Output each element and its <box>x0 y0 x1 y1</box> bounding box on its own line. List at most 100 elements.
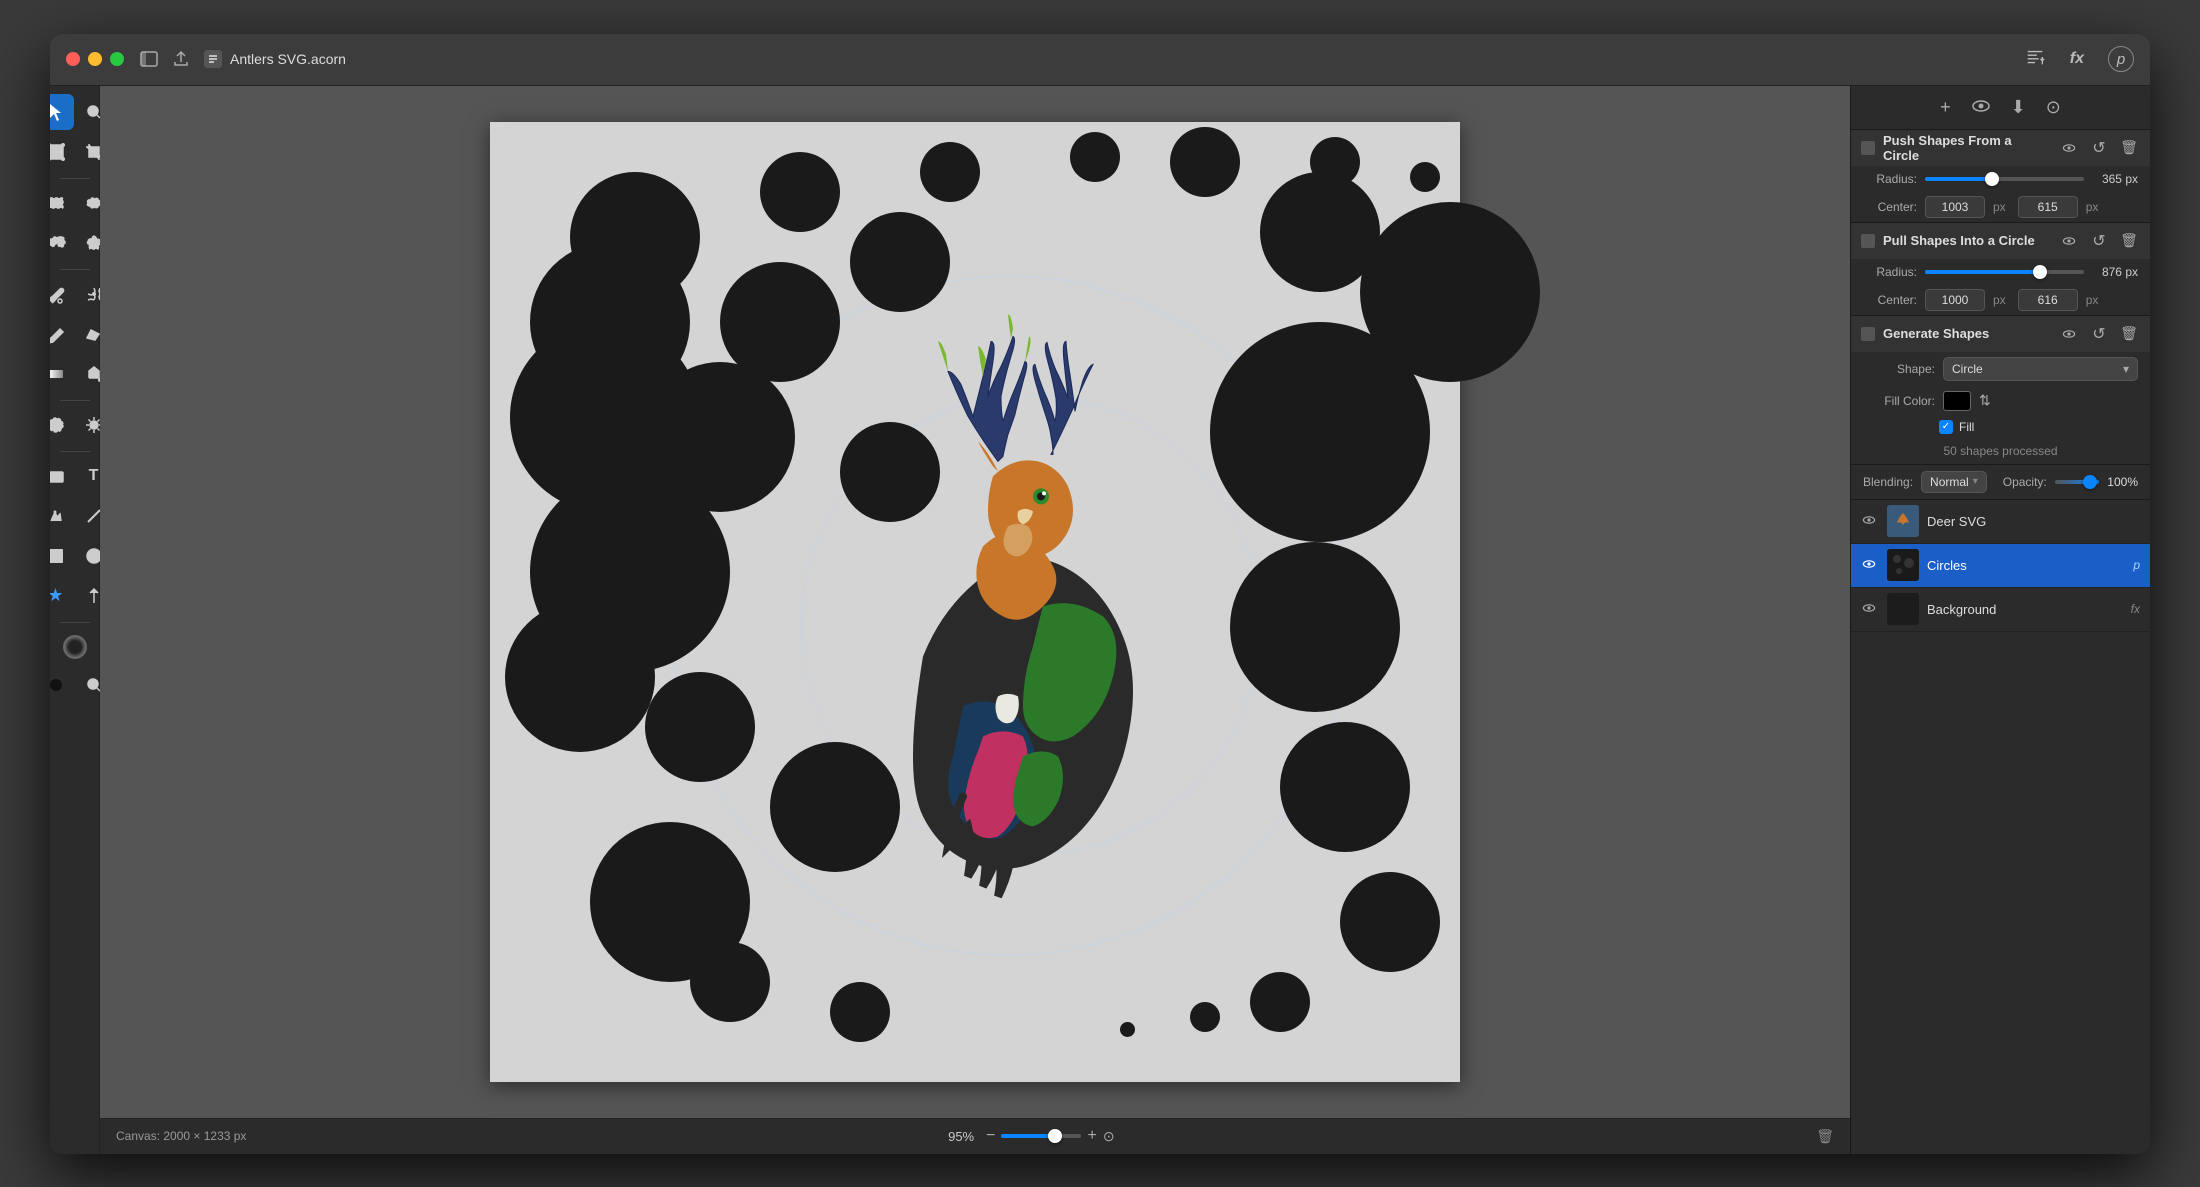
push-shapes-filter: Push Shapes From a Circle ↺ 🗑 Radius: 36… <box>1851 130 2150 223</box>
layer-deer-name: Deer SVG <box>1927 514 2140 529</box>
gradient-tool[interactable] <box>50 356 74 392</box>
circle-28 <box>1120 1022 1135 1037</box>
color-tool[interactable] <box>57 629 93 665</box>
generate-shapes-delete-btn[interactable]: 🗑 <box>2118 323 2140 345</box>
generate-shapes-header: Generate Shapes ↺ 🗑 <box>1851 316 2150 352</box>
generate-shapes-section: Generate Shapes ↺ 🗑 Shape: Circle ▾ <box>1851 316 2150 465</box>
opacity-slider[interactable] <box>2055 480 2100 484</box>
transform-tool[interactable] <box>50 134 74 170</box>
zoom-controls: − + ⊙ <box>986 1127 1114 1145</box>
pull-center-x[interactable] <box>1925 289 1985 311</box>
fill-color-label: Fill Color: <box>1863 394 1935 408</box>
fx-icon[interactable]: fx <box>2070 50 2084 68</box>
blend-mode-value: Normal <box>1930 475 1969 489</box>
canvas-size-label: Canvas: 2000 × 1233 px <box>116 1129 246 1143</box>
shape-dropdown[interactable]: Circle ▾ <box>1943 357 2138 381</box>
pull-shapes-header: Pull Shapes Into a Circle ↺ 🗑 <box>1851 223 2150 259</box>
generate-drag-handle[interactable] <box>1861 327 1875 341</box>
zoom-plus-btn[interactable]: + <box>1087 1127 1096 1145</box>
pull-drag-handle[interactable] <box>1861 234 1875 248</box>
processed-count: 50 shapes processed <box>1851 438 2150 464</box>
rect-shape-tool[interactable] <box>50 458 74 494</box>
shape-select-row: Shape: Circle ▾ <box>1851 352 2150 386</box>
fill-checkbox[interactable]: ✓ <box>1939 420 1953 434</box>
star-tool[interactable]: ★ <box>50 578 74 614</box>
canvas-container[interactable] <box>100 86 1850 1118</box>
blend-mode-select[interactable]: Normal ▾ <box>1921 471 1987 493</box>
circle-27 <box>1190 1002 1220 1032</box>
rect-select-tool[interactable] <box>50 185 74 221</box>
pull-shapes-eye-btn[interactable] <box>2058 230 2080 252</box>
zoom-slider[interactable] <box>1001 1134 1081 1138</box>
push-radius-slider[interactable] <box>1925 177 2084 181</box>
circle-24 <box>1280 722 1410 852</box>
push-shapes-header: Push Shapes From a Circle ↺ 🗑 <box>1851 130 2150 166</box>
zoom-minus-btn[interactable]: − <box>986 1127 995 1145</box>
fill-label: Fill <box>1959 420 1974 434</box>
layer-deer-visibility[interactable] <box>1861 513 1879 529</box>
pull-shapes-delete-btn[interactable]: 🗑 <box>2118 230 2140 252</box>
push-shapes-delete-btn[interactable]: 🗑 <box>2118 137 2140 159</box>
pull-radius-slider[interactable] <box>1925 270 2084 274</box>
main-layout: T ★ <box>50 86 2150 1154</box>
pull-shapes-filter: Pull Shapes Into a Circle ↺ 🗑 Radius: 87… <box>1851 223 2150 316</box>
pull-center-unit-x: px <box>1993 293 2006 307</box>
push-center-unit-y: px <box>2086 200 2099 214</box>
minimize-button[interactable] <box>88 52 102 66</box>
circle-14 <box>505 602 655 752</box>
settings-btn[interactable]: ⊙ <box>2046 97 2061 118</box>
eye-filter-btn[interactable] <box>1971 97 1991 118</box>
share-icon[interactable] <box>172 50 190 68</box>
tool-separator-5 <box>60 622 90 623</box>
push-center-y[interactable] <box>2018 196 2078 218</box>
layer-circles[interactable]: Circles p <box>1851 544 2150 588</box>
generate-shapes-reset-btn[interactable]: ↺ <box>2088 323 2110 345</box>
pen-tool[interactable] <box>50 498 74 534</box>
fill-checkbox-row: ✓ Fill <box>1851 416 2150 438</box>
zoom-fit-btn[interactable]: ⊙ <box>1103 1128 1115 1145</box>
sidebar-toggle-icon[interactable] <box>140 50 158 68</box>
push-shapes-eye-btn[interactable] <box>2058 137 2080 159</box>
layer-bg-badge: fx <box>2131 602 2140 616</box>
lasso-tool[interactable] <box>50 225 74 261</box>
fill-color-swatch[interactable] <box>1943 391 1971 411</box>
filename-text: Antlers SVG.acorn <box>230 51 346 67</box>
delete-btn[interactable]: 🗑 <box>1816 1128 1834 1145</box>
blur-tool[interactable] <box>50 407 74 443</box>
pencil-tool[interactable] <box>50 316 74 352</box>
layer-deer-svg[interactable]: Deer SVG <box>1851 500 2150 544</box>
p-icon[interactable]: p <box>2108 46 2134 72</box>
push-shapes-reset-btn[interactable]: ↺ <box>2088 137 2110 159</box>
pull-center-unit-y: px <box>2086 293 2099 307</box>
add-filter-btn[interactable]: + <box>1940 97 1951 118</box>
download-btn[interactable]: ⬇ <box>2011 97 2026 118</box>
pull-shapes-reset-btn[interactable]: ↺ <box>2088 230 2110 252</box>
select-tool[interactable] <box>50 94 74 130</box>
push-center-unit-x: px <box>1993 200 2006 214</box>
tool-separator-2 <box>60 269 90 270</box>
layer-background[interactable]: Background fx <box>1851 588 2150 632</box>
brush-tool[interactable] <box>50 276 74 312</box>
filter-drag-handle[interactable] <box>1861 141 1875 155</box>
opacity-label: Opacity: <box>2003 475 2047 489</box>
pull-radius-row: Radius: 876 px <box>1851 259 2150 285</box>
fill-color-row: Fill Color: ⇅ <box>1851 386 2150 416</box>
generate-shapes-eye-btn[interactable] <box>2058 323 2080 345</box>
tool-separator-1 <box>60 178 90 179</box>
circle-5 <box>1170 127 1240 197</box>
pull-center-label: Center: <box>1863 293 1917 307</box>
close-button[interactable] <box>66 52 80 66</box>
fullscreen-button[interactable] <box>110 52 124 66</box>
push-center-x[interactable] <box>1925 196 1985 218</box>
pull-radius-label: Radius: <box>1863 265 1917 279</box>
layer-bg-name: Background <box>1927 602 2123 617</box>
circle-18 <box>690 942 770 1022</box>
layer-circles-visibility[interactable] <box>1861 557 1879 573</box>
pull-center-y[interactable] <box>2018 289 2078 311</box>
shape-tool[interactable] <box>50 538 74 574</box>
color-select-tool[interactable] <box>50 667 74 703</box>
layer-bg-visibility[interactable] <box>1861 601 1879 617</box>
swap-colors-btn[interactable]: ⇅ <box>1979 392 1991 409</box>
canvas <box>490 122 1460 1082</box>
text-metrics-icon[interactable] <box>2024 46 2046 73</box>
